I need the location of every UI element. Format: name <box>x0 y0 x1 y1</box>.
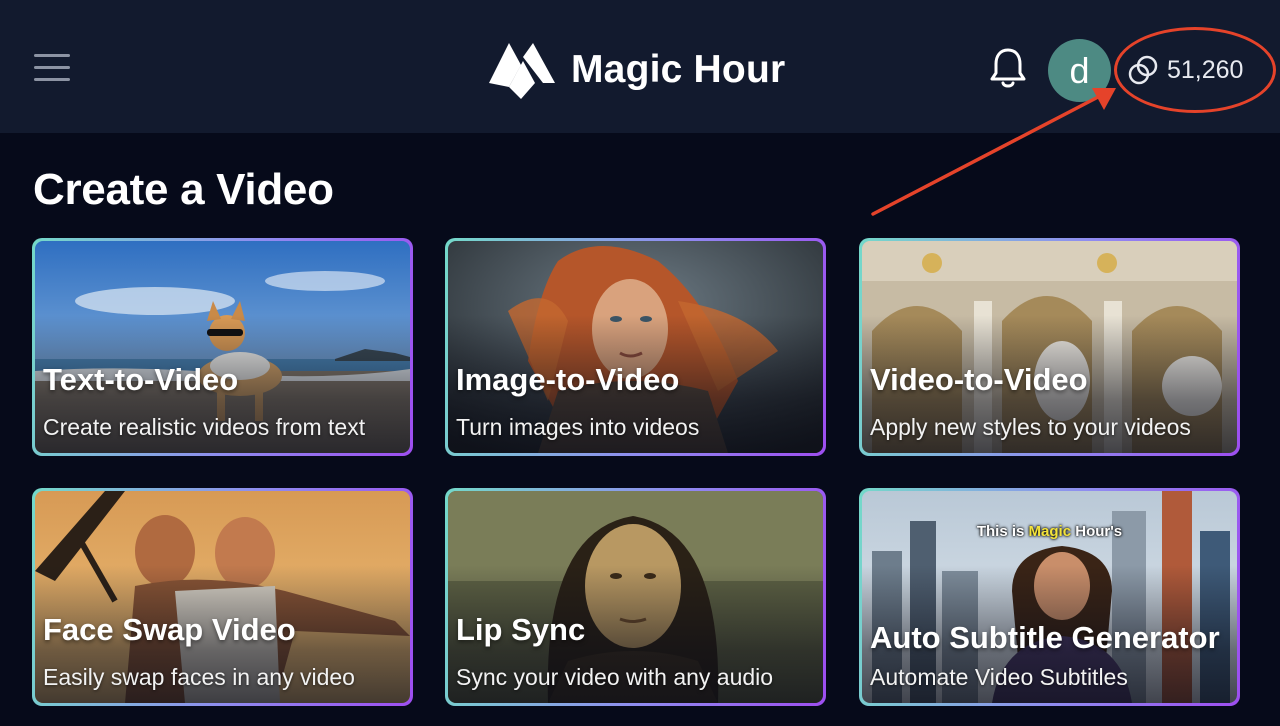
card-lip-sync[interactable]: Lip Sync Sync your video with any audio <box>445 488 826 706</box>
card-title: Lip Sync <box>456 612 586 647</box>
card-image-to-video[interactable]: Image-to-Video Turn images into videos <box>445 238 826 456</box>
card-description: Sync your video with any audio <box>456 664 774 690</box>
avatar[interactable]: d <box>1048 39 1111 102</box>
brand-name: Magic Hour <box>571 48 786 91</box>
card-description: Easily swap faces in any video <box>43 664 355 690</box>
card-video-to-video[interactable]: Video-to-Video Apply new styles to your … <box>859 238 1240 456</box>
credits-balance[interactable]: 51,260 <box>1128 50 1243 90</box>
subtitle-overlay-text: This is Magic Hour's <box>976 523 1123 540</box>
card-description: Create realistic videos from text <box>43 414 366 440</box>
card-description: Turn images into videos <box>456 414 700 440</box>
magic-hour-logo <box>489 43 555 99</box>
coins-icon <box>1128 55 1158 85</box>
card-title: Face Swap Video <box>43 612 296 647</box>
card-title: Text-to-Video <box>43 362 239 397</box>
card-description: Automate Video Subtitles <box>870 664 1128 690</box>
credits-value: 51,260 <box>1167 55 1244 84</box>
card-text-to-video[interactable]: Text-to-Video Create realistic videos fr… <box>32 238 413 456</box>
menu-icon[interactable] <box>34 54 70 82</box>
card-face-swap-video[interactable]: Face Swap Video Easily swap faces in any… <box>32 488 413 706</box>
card-title: Image-to-Video <box>456 362 680 397</box>
brand[interactable]: Magic Hour <box>487 38 785 102</box>
page-title: Create a Video <box>33 165 334 214</box>
card-auto-subtitle-generator[interactable]: This is Magic Hour's Auto Subtitle Gener… <box>859 488 1240 706</box>
card-title: Video-to-Video <box>870 362 1088 397</box>
card-description: Apply new styles to your videos <box>870 414 1191 440</box>
avatar-letter: d <box>1069 49 1090 91</box>
card-title: Auto Subtitle Generator <box>870 620 1220 655</box>
top-bar: Magic Hour d 51,260 <box>0 0 1280 133</box>
bell-icon[interactable] <box>988 46 1028 90</box>
